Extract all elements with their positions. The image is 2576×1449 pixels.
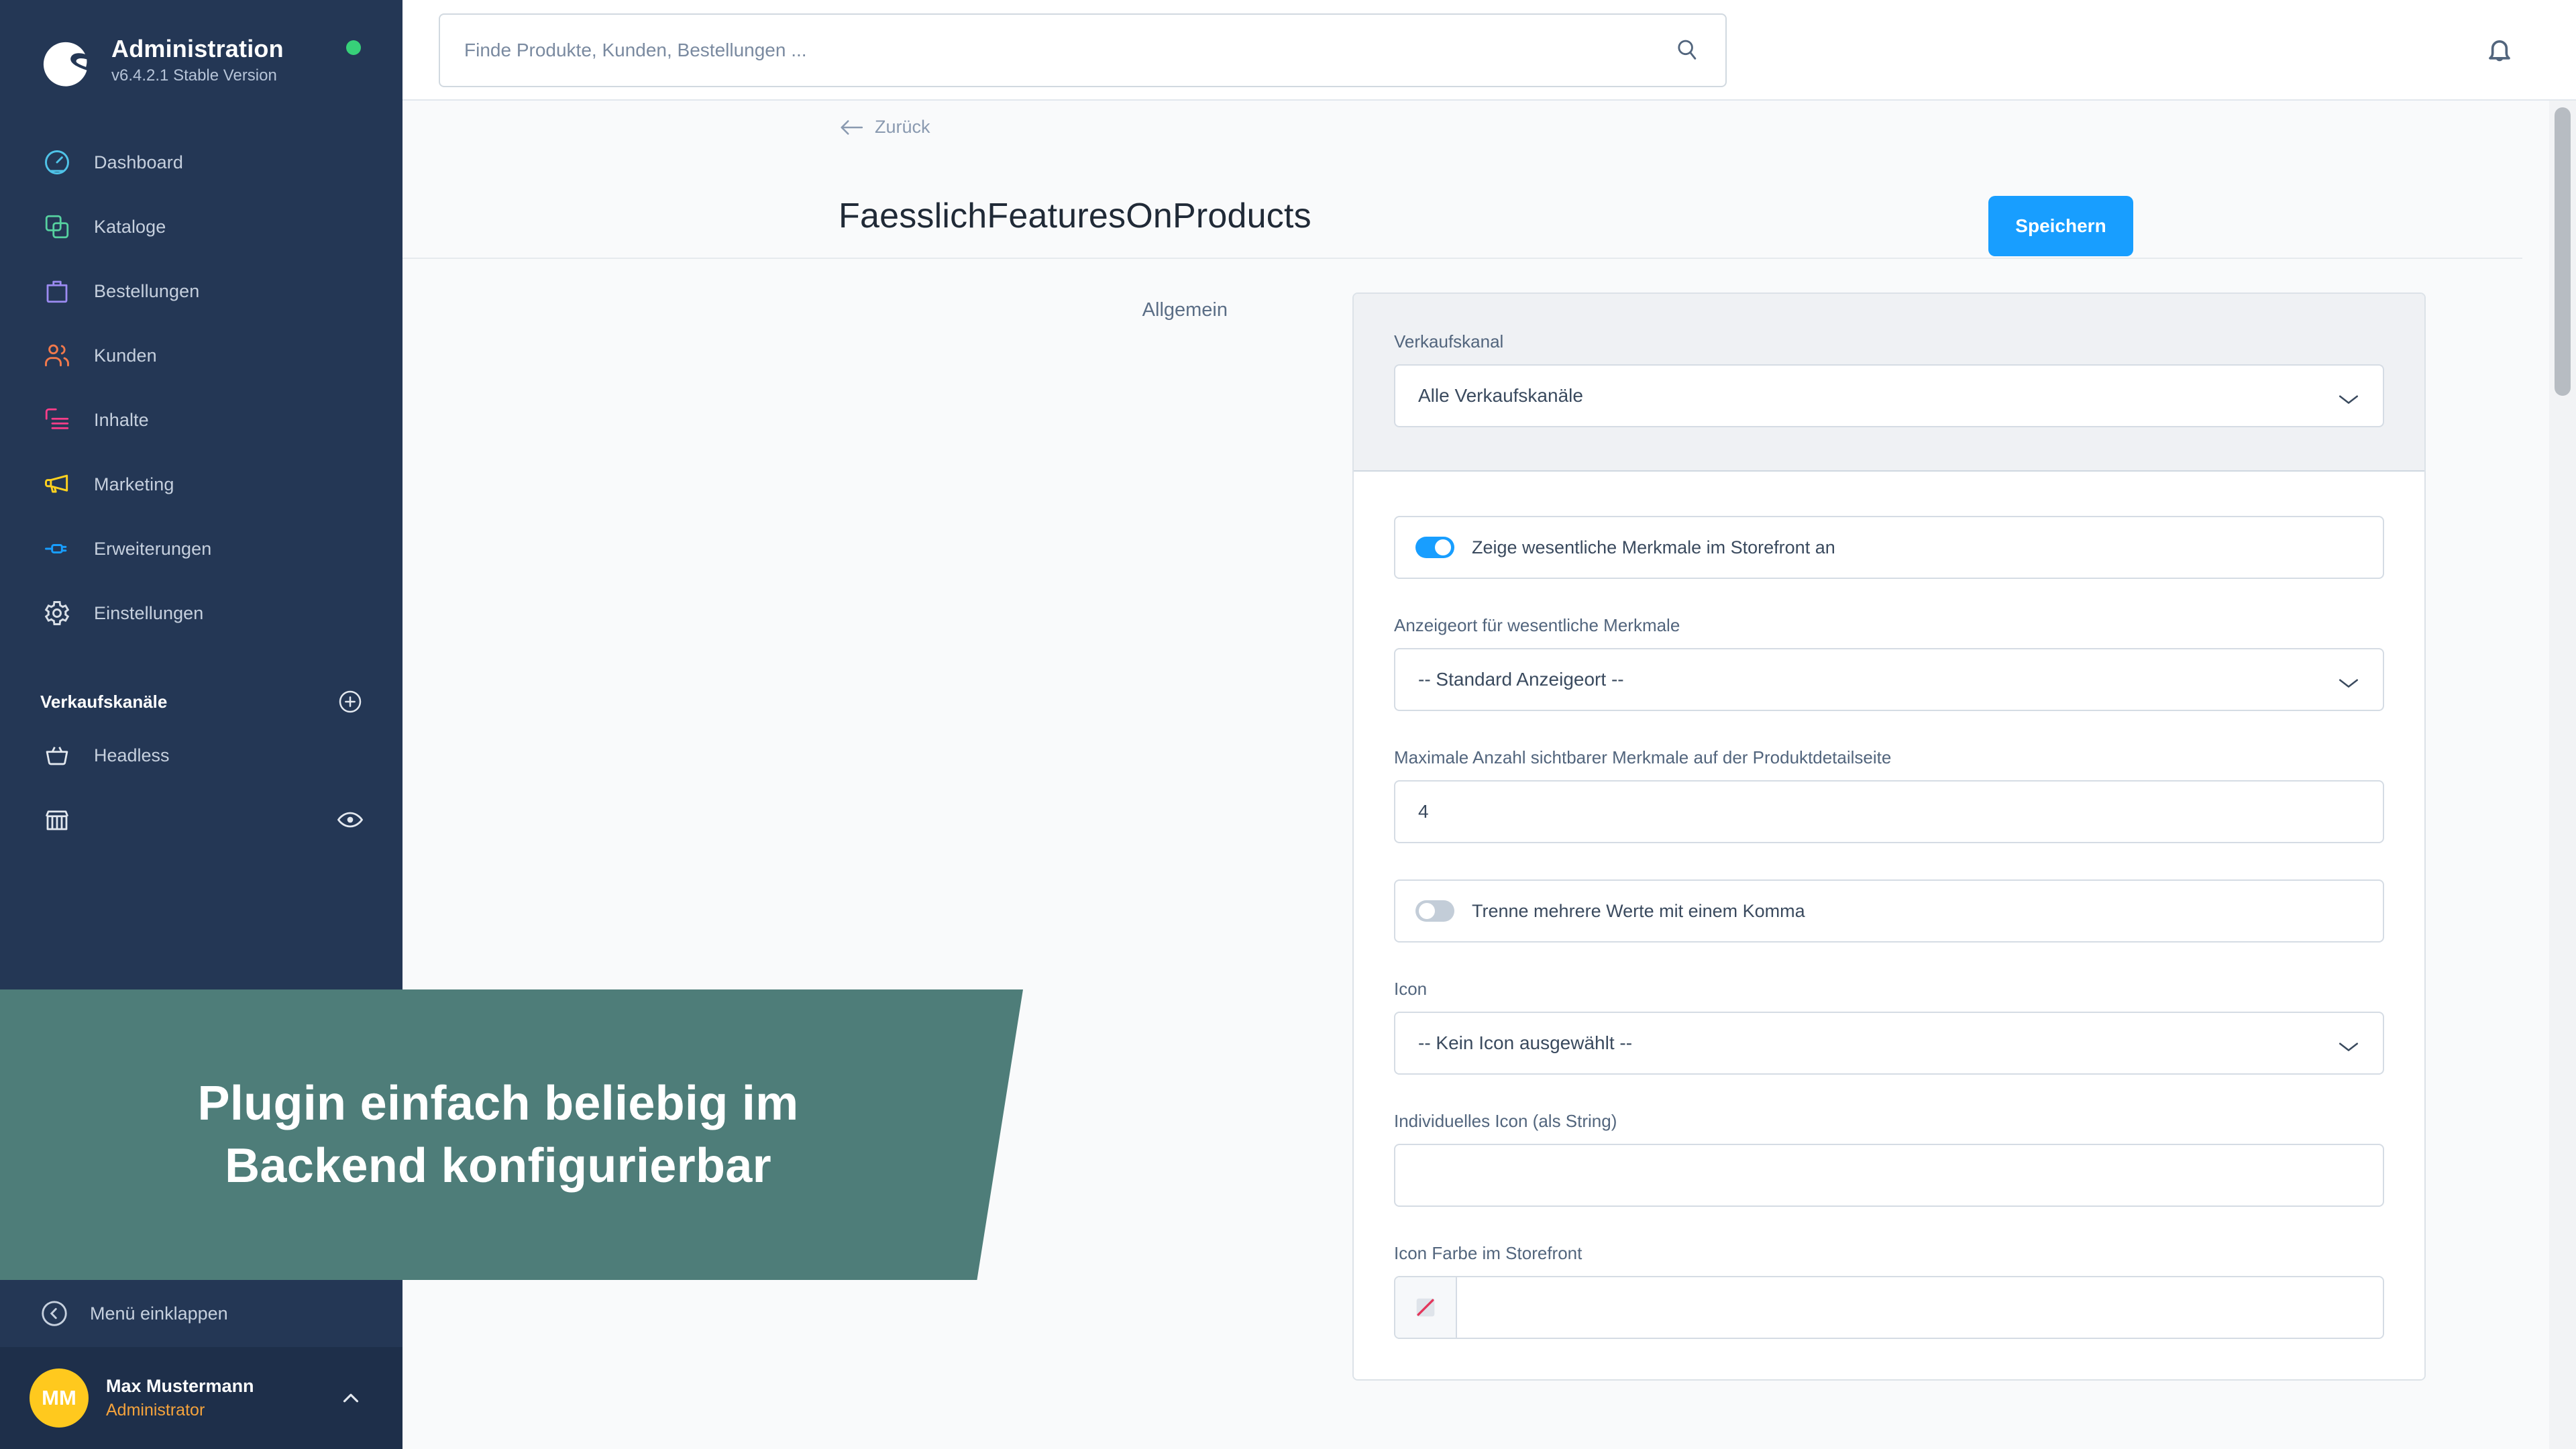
display-location-label: Anzeigeort für wesentliche Merkmale bbox=[1394, 615, 1680, 635]
save-button[interactable]: Speichern bbox=[1988, 196, 2133, 256]
user-profile-button[interactable]: MM Max Mustermann Administrator bbox=[0, 1347, 402, 1449]
basket-icon bbox=[39, 737, 75, 773]
search-input[interactable]: Finde Produkte, Kunden, Bestellungen ... bbox=[439, 13, 1727, 87]
show-features-toggle[interactable] bbox=[1415, 537, 1454, 558]
gear-icon bbox=[39, 595, 75, 631]
icon-color-input[interactable] bbox=[1457, 1277, 2383, 1338]
sidebar-item-label: Kunden bbox=[94, 345, 157, 366]
sidebar-item-inhalte[interactable]: Inhalte bbox=[0, 388, 402, 452]
show-features-toggle-row[interactable]: Zeige wesentliche Merkmale im Storefront… bbox=[1394, 516, 2384, 579]
max-features-label: Maximale Anzahl sichtbarer Merkmale auf … bbox=[1394, 747, 1892, 767]
sales-channel-select[interactable]: Alle Verkaufskanäle bbox=[1394, 364, 2384, 427]
chevron-up-icon[interactable] bbox=[338, 1385, 364, 1411]
promo-overlay-text: Plugin einfach beliebig im Backend konfi… bbox=[197, 1077, 799, 1193]
display-location-select[interactable]: -- Standard Anzeigeort -- bbox=[1394, 648, 2384, 711]
comma-toggle-row[interactable]: Trenne mehrere Werte mit einem Komma bbox=[1394, 879, 2384, 943]
section-label-allgemein: Allgemein bbox=[1142, 299, 1228, 321]
copy-icon bbox=[39, 209, 75, 245]
arrow-left-icon bbox=[839, 119, 864, 136]
sidebar-item-label: Marketing bbox=[94, 474, 174, 494]
sidebar-title: Administration bbox=[111, 35, 284, 62]
sidebar-item-label: Bestellungen bbox=[94, 280, 200, 301]
sales-channels-section-header: Verkaufskanäle bbox=[0, 680, 402, 723]
add-sales-channel-icon[interactable] bbox=[337, 688, 364, 715]
max-features-value: 4 bbox=[1418, 801, 1429, 822]
display-location-field: Anzeigeort für wesentliche Merkmale -- S… bbox=[1394, 615, 2384, 711]
sidebar-nav: Dashboard Kataloge Bestellungen Kunden I… bbox=[0, 130, 402, 645]
sidebar-item-dashboard[interactable]: Dashboard bbox=[0, 130, 402, 195]
sidebar-item-erweiterungen[interactable]: Erweiterungen bbox=[0, 517, 402, 581]
storefront-icon bbox=[39, 802, 75, 838]
plug-icon bbox=[39, 531, 75, 567]
collapse-menu-label: Menü einklappen bbox=[90, 1303, 228, 1324]
sidebar-version: v6.4.2.1 Stable Version bbox=[111, 66, 277, 85]
icon-select-label: Icon bbox=[1394, 979, 1428, 999]
sales-channel-value: Alle Verkaufskanäle bbox=[1418, 385, 1583, 406]
chevron-down-icon bbox=[2337, 1036, 2360, 1051]
gauge-icon bbox=[39, 144, 75, 180]
sidebar-item-label: Einstellungen bbox=[94, 602, 204, 623]
sidebar-item-label: Kataloge bbox=[94, 216, 166, 237]
feature-settings-block: Zeige wesentliche Merkmale im Storefront… bbox=[1354, 472, 2424, 1379]
comma-toggle[interactable] bbox=[1415, 900, 1454, 922]
max-features-field: Maximale Anzahl sichtbarer Merkmale auf … bbox=[1394, 747, 2384, 843]
back-label: Zurück bbox=[875, 117, 930, 137]
page-header: FaesslichFeaturesOnProducts Speichern bbox=[839, 154, 2549, 275]
sidebar-item-label: Erweiterungen bbox=[94, 538, 212, 559]
sidebar-item-label: Dashboard bbox=[94, 152, 183, 172]
custom-icon-field: Individuelles Icon (als String) bbox=[1394, 1111, 2384, 1207]
page-scrollbar-thumb[interactable] bbox=[2555, 107, 2571, 396]
sales-channel-block: Verkaufskanal Alle Verkaufskanäle bbox=[1354, 294, 2424, 472]
preview-storefront-icon[interactable] bbox=[337, 809, 364, 830]
show-features-toggle-label: Zeige wesentliche Merkmale im Storefront… bbox=[1472, 537, 1835, 557]
icon-select-field: Icon -- Kein Icon ausgewählt -- bbox=[1394, 979, 2384, 1075]
user-role: Administrator bbox=[106, 1400, 205, 1419]
sidebar-item-kataloge[interactable]: Kataloge bbox=[0, 195, 402, 259]
sidebar-header: Administration v6.4.2.1 Stable Version bbox=[0, 0, 402, 90]
chevron-down-icon bbox=[2337, 389, 2360, 404]
icon-select-value: -- Kein Icon ausgewählt -- bbox=[1418, 1032, 1633, 1053]
users-icon bbox=[39, 337, 75, 374]
megaphone-icon bbox=[39, 466, 75, 502]
sales-channels-heading: Verkaufskanäle bbox=[40, 691, 168, 712]
content-icon bbox=[39, 402, 75, 438]
sales-channel-field: Verkaufskanal Alle Verkaufskanäle bbox=[1394, 331, 2384, 427]
color-swatch-none-icon[interactable] bbox=[1395, 1277, 1457, 1338]
global-search[interactable]: Finde Produkte, Kunden, Bestellungen ... bbox=[439, 13, 1727, 87]
collapse-menu-button[interactable]: Menü einklappen bbox=[0, 1280, 402, 1347]
icon-color-label: Icon Farbe im Storefront bbox=[1394, 1243, 1582, 1263]
icon-select[interactable]: -- Kein Icon ausgewählt -- bbox=[1394, 1012, 2384, 1075]
bag-icon bbox=[39, 273, 75, 309]
back-link[interactable]: Zurück bbox=[839, 117, 930, 138]
general-settings-card: Verkaufskanal Alle Verkaufskanäle Zeige … bbox=[1352, 292, 2426, 1381]
custom-icon-label: Individuelles Icon (als String) bbox=[1394, 1111, 1617, 1131]
display-location-value: -- Standard Anzeigeort -- bbox=[1418, 669, 1624, 690]
bell-icon[interactable] bbox=[2482, 32, 2517, 70]
avatar: MM bbox=[30, 1368, 89, 1428]
max-features-input[interactable]: 4 bbox=[1394, 780, 2384, 843]
sidebar-item-bestellungen[interactable]: Bestellungen bbox=[0, 259, 402, 323]
chevron-left-circle-icon bbox=[39, 1298, 70, 1329]
sidebar-item-label: Inhalte bbox=[94, 409, 149, 430]
icon-color-field: Icon Farbe im Storefront bbox=[1394, 1243, 2384, 1339]
shopware-logo-icon bbox=[43, 42, 87, 87]
sidebar-item-marketing[interactable]: Marketing bbox=[0, 452, 402, 517]
chevron-down-icon bbox=[2337, 673, 2360, 688]
search-icon[interactable] bbox=[1674, 37, 1701, 64]
comma-toggle-label: Trenne mehrere Werte mit einem Komma bbox=[1472, 900, 1805, 921]
search-placeholder: Finde Produkte, Kunden, Bestellungen ... bbox=[464, 40, 807, 60]
page-title: FaesslichFeaturesOnProducts bbox=[839, 197, 1311, 235]
status-indicator-dot bbox=[346, 40, 361, 55]
sidebar-item-kunden[interactable]: Kunden bbox=[0, 323, 402, 388]
custom-icon-input[interactable] bbox=[1394, 1144, 2384, 1207]
user-name: Max Mustermann bbox=[106, 1375, 254, 1396]
sidebar-item-label: Headless bbox=[94, 745, 170, 765]
sidebar-item-storefront[interactable] bbox=[0, 788, 402, 852]
promo-overlay-banner: Plugin einfach beliebig im Backend konfi… bbox=[0, 989, 1023, 1280]
header-divider bbox=[402, 258, 2522, 259]
icon-color-row bbox=[1394, 1276, 2384, 1339]
sidebar-item-einstellungen[interactable]: Einstellungen bbox=[0, 581, 402, 645]
sidebar-item-headless[interactable]: Headless bbox=[0, 723, 402, 788]
sales-channel-label: Verkaufskanal bbox=[1394, 331, 1504, 352]
